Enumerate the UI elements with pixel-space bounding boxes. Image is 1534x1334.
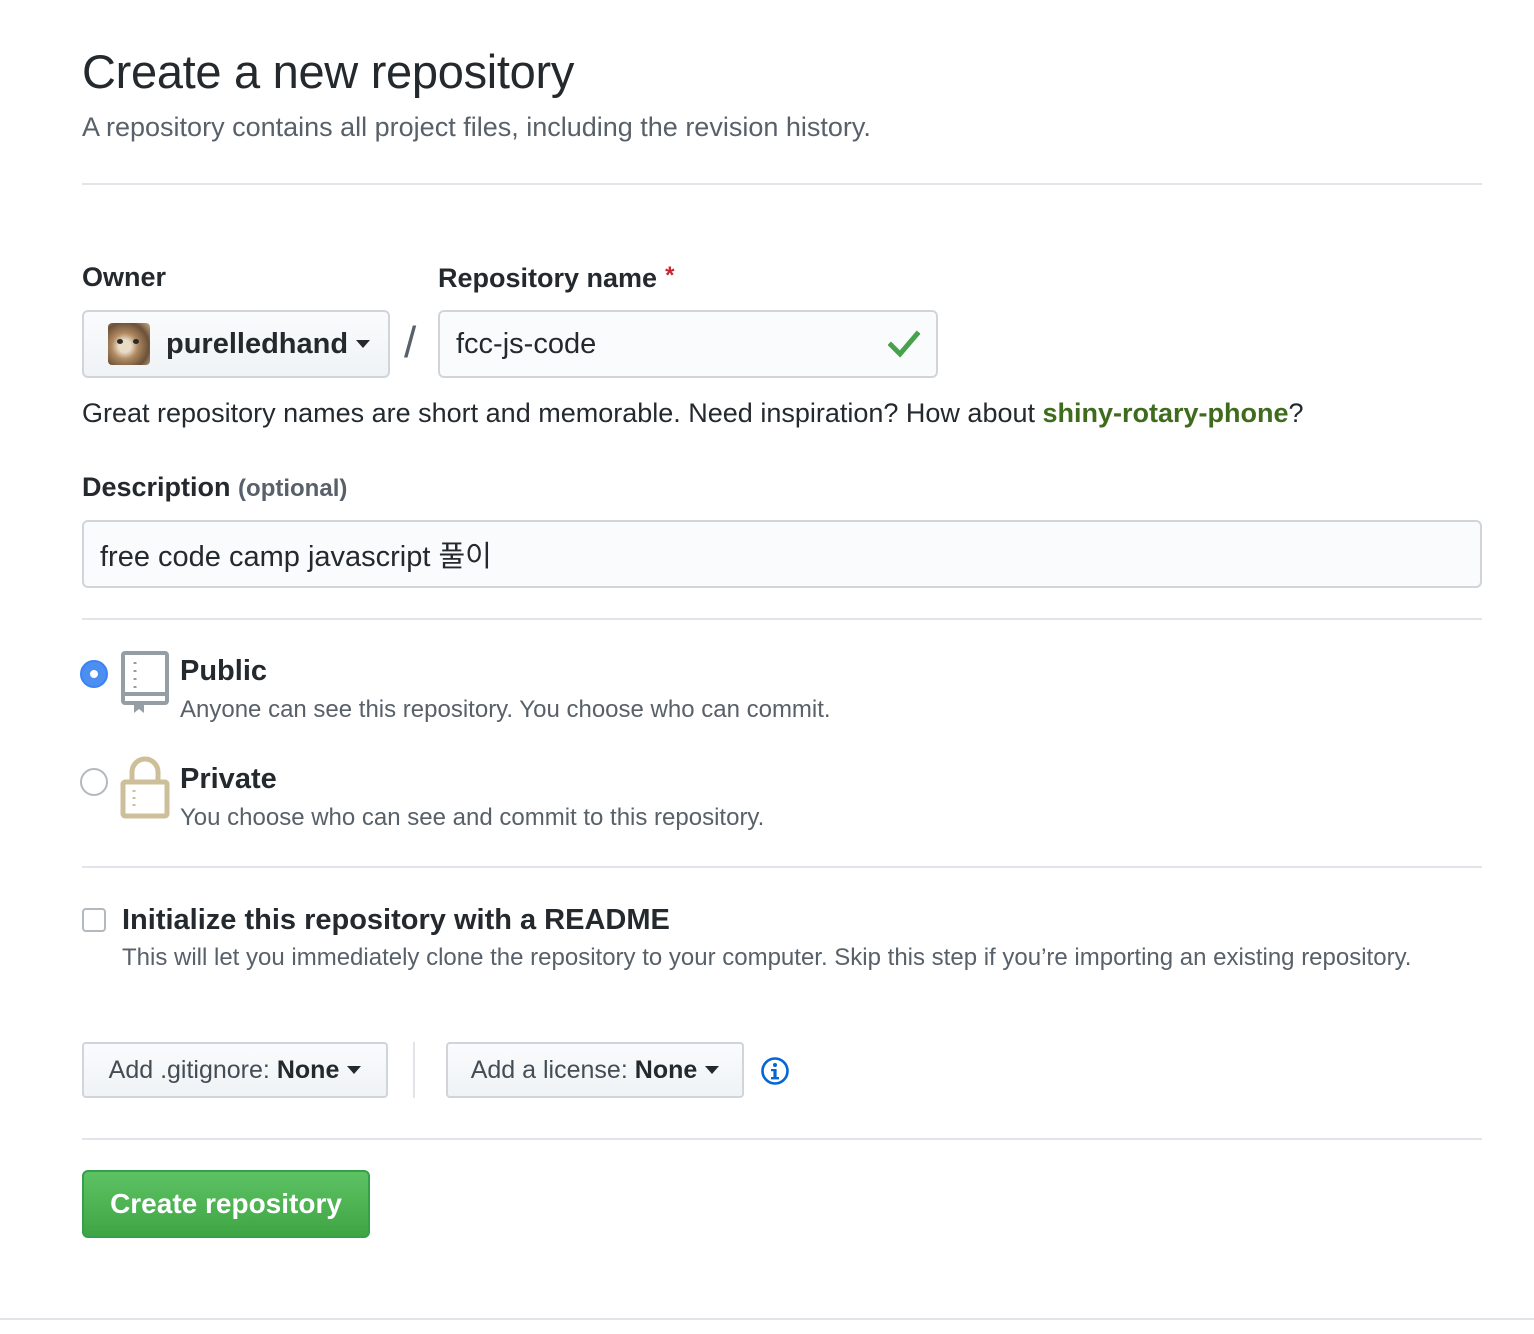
divider	[82, 1138, 1482, 1140]
vertical-divider	[413, 1042, 415, 1098]
create-repository-button[interactable]: Create repository	[82, 1170, 370, 1238]
license-value: None	[634, 1055, 698, 1084]
hint-suffix: ?	[1288, 398, 1304, 428]
page-subtitle: A repository contains all project files,…	[82, 112, 871, 142]
private-desc: You choose who can see and commit to thi…	[180, 804, 765, 831]
gitignore-prefix: Add .gitignore:	[108, 1055, 270, 1084]
description-input[interactable]	[82, 520, 1482, 588]
divider	[82, 866, 1482, 868]
page-title: Create a new repository	[82, 45, 575, 98]
info-icon[interactable]	[760, 1056, 790, 1086]
public-radio[interactable]	[80, 660, 108, 688]
owner-label: Owner	[82, 262, 167, 292]
name-suggestion-link[interactable]: shiny-rotary-phone	[1043, 398, 1289, 428]
readme-checkbox[interactable]	[82, 908, 106, 932]
private-title: Private	[180, 763, 277, 795]
description-label-text: Description	[82, 472, 231, 502]
lock-icon	[120, 756, 170, 819]
description-label: Description (optional)	[82, 472, 347, 503]
readme-title: Initialize this repository with a README	[122, 904, 670, 936]
avatar	[108, 323, 150, 365]
license-dropdown[interactable]: Add a license: None	[446, 1042, 744, 1098]
public-desc: Anyone can see this repository. You choo…	[180, 696, 831, 723]
repo-name-label: Repository name *	[438, 262, 674, 294]
owner-repo-separator: /	[404, 318, 417, 367]
repo-book-icon	[121, 651, 169, 713]
hint-text: Great repository names are short and mem…	[82, 398, 1043, 428]
readme-desc: This will let you immediately clone the …	[122, 944, 1412, 971]
owner-dropdown[interactable]: purelledhand	[82, 310, 390, 378]
gitignore-value: None	[276, 1055, 340, 1084]
page-bottom-border	[0, 1318, 1534, 1320]
private-radio[interactable]	[80, 768, 108, 796]
divider	[82, 618, 1482, 620]
public-title: Public	[180, 655, 268, 687]
license-prefix: Add a license:	[470, 1055, 628, 1084]
optional-tag: (optional)	[238, 475, 348, 502]
repo-name-input[interactable]	[438, 310, 938, 378]
repo-name-hint: Great repository names are short and mem…	[82, 398, 1304, 429]
chevron-down-icon	[356, 340, 371, 348]
divider	[82, 183, 1482, 185]
repo-name-label-text: Repository name	[438, 263, 658, 293]
required-mark: *	[665, 262, 675, 289]
chevron-down-icon	[705, 1066, 720, 1074]
owner-name: purelledhand	[166, 327, 349, 360]
checkmark-icon	[888, 330, 920, 358]
gitignore-dropdown[interactable]: Add .gitignore: None	[82, 1042, 388, 1098]
chevron-down-icon	[347, 1066, 362, 1074]
